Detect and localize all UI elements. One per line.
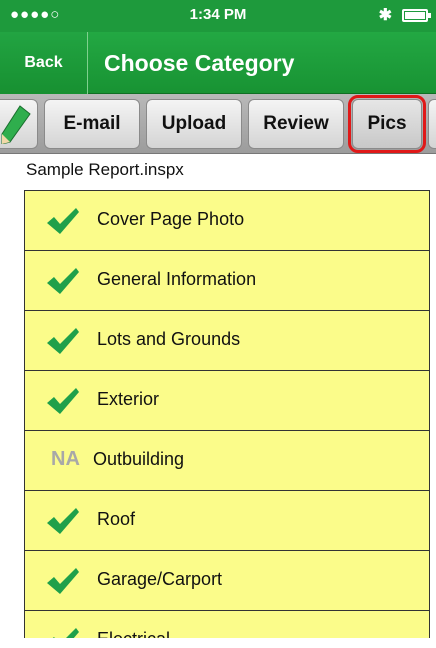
list-item-label: General Information — [97, 269, 257, 289]
na-badge-icon: NA — [51, 448, 80, 470]
checkmark-icon — [47, 388, 79, 414]
navigation-bar: Back Choose Category — [0, 32, 436, 94]
checkmark-icon — [47, 568, 79, 594]
list-item-general-information[interactable]: General Information — [25, 251, 429, 311]
list-item-label: Electrical — [97, 629, 170, 638]
more-button[interactable] — [428, 99, 436, 149]
list-item-label: Roof — [97, 509, 136, 529]
list-item-label: Lots and Grounds — [97, 329, 241, 349]
list-item-roof[interactable]: Roof — [25, 491, 429, 551]
checkmark-icon — [47, 268, 79, 294]
list-item-label: Outbuilding — [93, 449, 185, 469]
back-button[interactable]: Back — [0, 32, 88, 94]
status-bar: ●●●●○ 1:34 PM ✱ — [0, 0, 436, 32]
pencil-icon — [1, 105, 31, 144]
report-filename: Sample Report.inspx — [26, 160, 184, 179]
list-item-label: Exterior — [97, 389, 160, 409]
category-list: Cover Page Photo General Information Lot… — [24, 190, 430, 638]
checkmark-icon — [47, 328, 79, 354]
email-button[interactable]: E-mail — [44, 99, 140, 149]
checkmark-icon — [52, 628, 79, 638]
list-item-exterior[interactable]: Exterior — [25, 371, 429, 431]
battery-icon — [402, 9, 431, 22]
toolbar: E-mail Upload Review Pics — [0, 94, 436, 154]
status-time: 1:34 PM — [189, 6, 247, 23]
checkmark-icon — [47, 208, 79, 234]
list-item-garage-carport[interactable]: Garage/Carport — [25, 551, 429, 611]
list-item-electrical[interactable]: Electrical — [25, 611, 429, 638]
bluetooth-icon: ✱ — [378, 7, 392, 24]
list-item-cover-page-photo[interactable]: Cover Page Photo — [25, 191, 429, 251]
pics-button[interactable]: Pics — [348, 95, 426, 153]
review-button[interactable]: Review — [248, 99, 344, 149]
list-item-lots-and-grounds[interactable]: Lots and Grounds — [25, 311, 429, 371]
upload-button[interactable]: Upload — [146, 99, 242, 149]
list-item-label: Cover Page Photo — [97, 209, 245, 229]
checkmark-icon — [47, 508, 79, 534]
list-item-label: Garage/Carport — [97, 569, 223, 589]
list-item-outbuilding[interactable]: NA Outbuilding — [25, 431, 429, 491]
edit-button[interactable] — [0, 99, 38, 149]
page-title: Choose Category — [104, 49, 295, 76]
